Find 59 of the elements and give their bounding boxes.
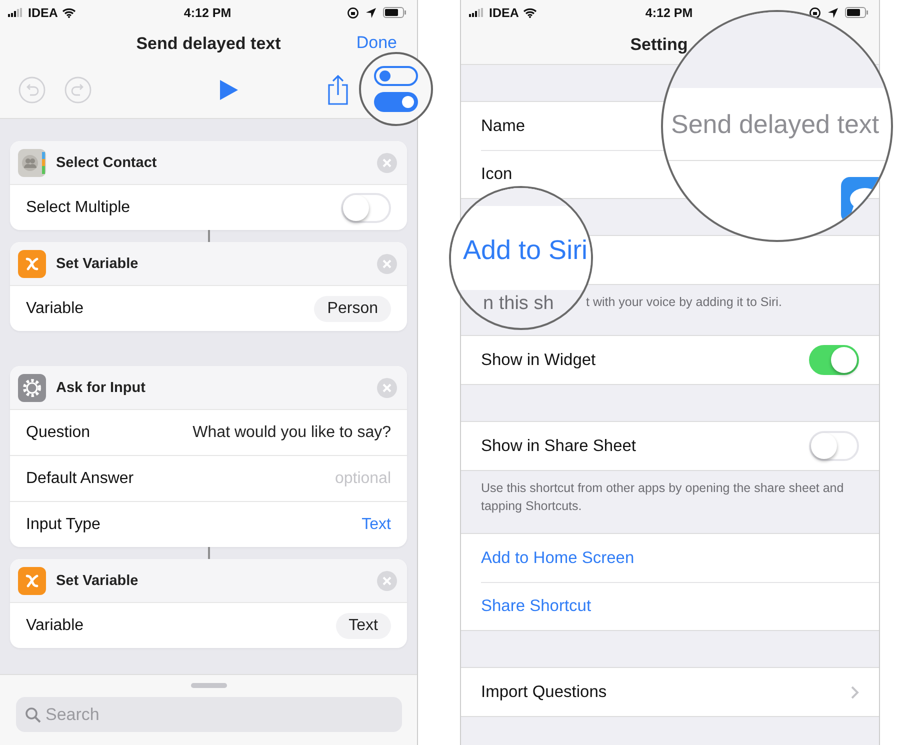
- parameter-label: Select Multiple: [26, 198, 132, 216]
- close-icon[interactable]: [377, 570, 397, 590]
- setting-label: Import Questions: [481, 682, 607, 702]
- carrier-name: IDEA: [489, 6, 519, 20]
- parameter-label: Default Answer: [26, 470, 135, 488]
- footer-fragment: n this sh: [483, 293, 554, 315]
- close-icon[interactable]: [377, 254, 397, 274]
- variable-icon: [18, 250, 46, 278]
- parameter-value[interactable]: What would you like to say?: [192, 424, 391, 442]
- toggle-switch[interactable]: [809, 345, 859, 375]
- footer-note: t with your voice by adding it to Siri.: [586, 295, 782, 309]
- signal-icon: [469, 8, 485, 17]
- play-icon[interactable]: [220, 80, 238, 100]
- setting-label: Show in Widget: [481, 350, 596, 370]
- parameter-label: Input Type: [26, 516, 102, 534]
- search-field[interactable]: Search: [16, 697, 402, 732]
- action-title: Set Variable: [56, 256, 140, 272]
- sheet-handle[interactable]: [190, 683, 226, 688]
- status-time: 4:12 PM: [645, 6, 693, 20]
- answer-field[interactable]: optional: [271, 470, 391, 488]
- wifi-icon: [522, 8, 537, 18]
- wifi-icon: [62, 8, 76, 18]
- location-icon: [366, 8, 376, 18]
- search-icon: [24, 707, 40, 723]
- close-icon[interactable]: [377, 152, 397, 172]
- chevron-icon: [851, 686, 859, 698]
- variable-token[interactable]: Text: [336, 612, 391, 638]
- battery-icon: [383, 7, 407, 18]
- rotation-lock-icon: [809, 6, 821, 18]
- gear-icon: [18, 374, 46, 402]
- action-title: Set Variable: [56, 572, 140, 588]
- contacts-icon: [18, 148, 46, 176]
- setting-label: Show in Share Sheet: [481, 436, 636, 456]
- share-icon[interactable]: [327, 75, 349, 105]
- status-time: 4:12 PM: [184, 6, 232, 20]
- action-title: Select Contact: [56, 154, 158, 170]
- close-icon[interactable]: [377, 378, 397, 398]
- action-link[interactable]: Share Shortcut: [481, 597, 592, 616]
- parameter-label: Variable: [26, 616, 85, 634]
- screen-title: Setting: [630, 34, 688, 54]
- action-link[interactable]: Add to Home Screen: [481, 548, 634, 568]
- setting-label: Icon: [481, 165, 512, 184]
- signal-icon: [8, 8, 24, 17]
- action-title: Ask for Input: [56, 380, 146, 396]
- parameter-label: Variable: [26, 300, 85, 318]
- rotation-lock-icon: [347, 6, 359, 18]
- done-button[interactable]: Done: [356, 33, 397, 53]
- parameter-label: Question: [26, 424, 92, 442]
- carrier-name: IDEA: [28, 6, 58, 20]
- toggles-icon: [374, 66, 418, 112]
- footer-note: Use this shortcut from other apps by opening the share sheet and tapping Shortcuts.: [481, 481, 844, 513]
- battery-icon: [845, 7, 869, 18]
- setting-label: Name: [481, 116, 526, 136]
- variable-icon: [18, 566, 46, 594]
- location-icon: [828, 8, 838, 18]
- screen-title: Send delayed text: [136, 34, 281, 54]
- variable-token[interactable]: Person: [314, 296, 391, 322]
- shortcut-name-value[interactable]: Send delayed text: [671, 108, 880, 140]
- input-type-value[interactable]: Text: [362, 516, 391, 534]
